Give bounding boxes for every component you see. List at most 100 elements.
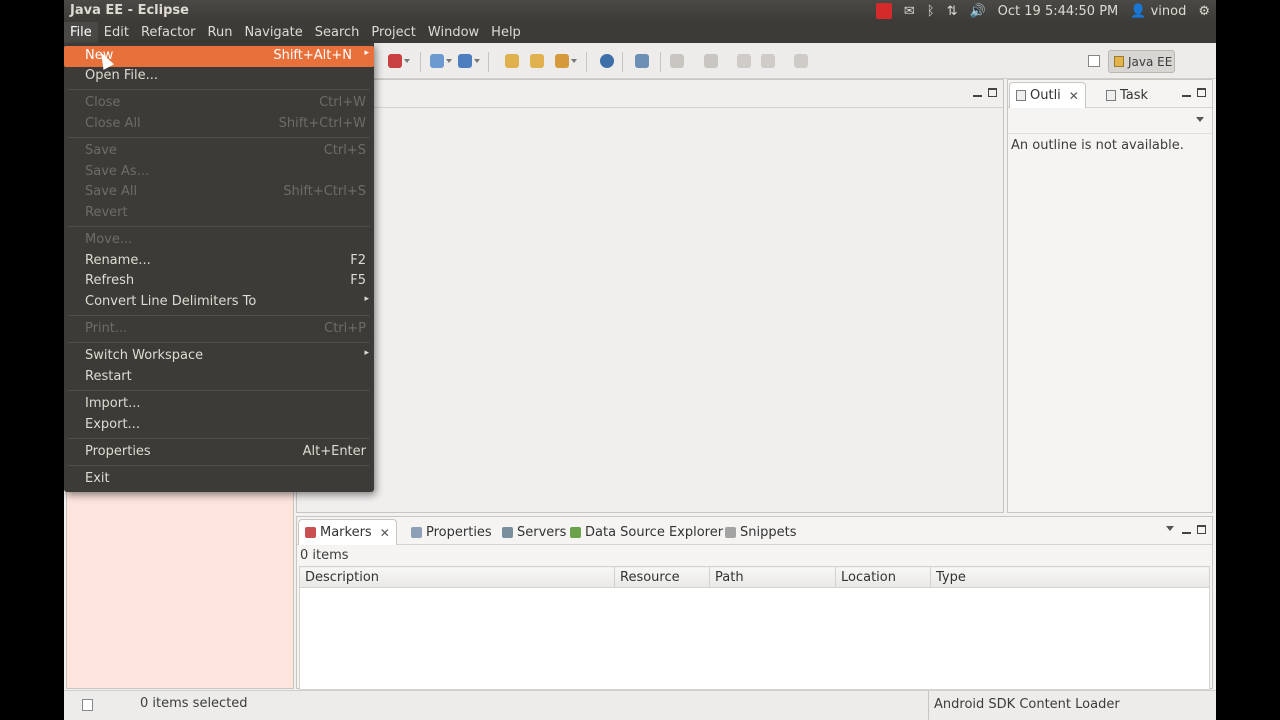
editor-area[interactable] (296, 79, 1004, 513)
eclipse-screen: Java EE - Eclipse ✉ ᛒ ⇅ 🔊 Oct 19 5:44:50… (64, 0, 1216, 720)
top-panel: Java EE - Eclipse ✉ ᛒ ⇅ 🔊 Oct 19 5:44:50… (64, 0, 1216, 22)
mail-icon[interactable]: ✉ (904, 4, 915, 19)
menu-item-save-all: Save All Shift+Ctrl+S (64, 182, 374, 203)
status-selection: 0 items selected (140, 696, 248, 711)
column-type[interactable]: Type (930, 566, 1210, 588)
bottom-window-controls (1182, 525, 1206, 534)
minimize-icon[interactable] (1182, 88, 1191, 97)
toolbar-separator (622, 52, 623, 72)
servers-icon (502, 526, 513, 538)
column-resource[interactable]: Resource (614, 566, 710, 588)
open-folder-icon[interactable] (530, 54, 544, 68)
menu-item-restart[interactable]: Restart (64, 367, 374, 388)
menu-item-open-file[interactable]: Open File... (64, 66, 374, 87)
globe-icon[interactable] (600, 54, 614, 68)
tab-outline[interactable]: Outli ✕ (1009, 82, 1086, 108)
menu-project[interactable]: Project (365, 22, 421, 43)
submenu-arrow-icon: ▸ (364, 294, 369, 304)
maximize-icon[interactable] (1197, 88, 1206, 97)
menu-item-accelerator: F5 (350, 273, 366, 288)
new-server-icon[interactable] (430, 54, 444, 68)
tab-markers[interactable]: Markers ✕ (298, 519, 397, 545)
menu-refactor[interactable]: Refactor (135, 22, 202, 43)
prev-annotation-icon[interactable] (704, 54, 718, 68)
power-gear-icon[interactable]: ⚙ (1198, 4, 1210, 19)
tab-snippets-label: Snippets (740, 524, 797, 540)
network-icon[interactable]: ⇅ (947, 4, 958, 19)
debug-icon[interactable] (388, 54, 402, 68)
column-path[interactable]: Path (709, 566, 836, 588)
menu-separator (68, 438, 370, 439)
column-description[interactable]: Description (299, 566, 615, 588)
perspective-java-ee-button[interactable]: Java EE (1108, 50, 1175, 73)
menu-item-accelerator: Ctrl+S (323, 143, 366, 158)
menu-item-export[interactable]: Export... (64, 415, 374, 436)
menu-run[interactable]: Run (202, 22, 239, 43)
back-arrow-icon[interactable] (761, 54, 775, 68)
menu-item-exit[interactable]: Exit (64, 469, 374, 490)
tab-outline-label: Outli (1030, 88, 1061, 103)
close-icon[interactable]: ✕ (380, 526, 390, 540)
menu-help[interactable]: Help (485, 22, 527, 43)
status-progress-label[interactable]: Android SDK Content Loader (928, 691, 1120, 720)
menu-item-convert-line-delimiters[interactable]: Convert Line Delimiters To ▸ (64, 292, 374, 313)
tab-task[interactable]: Task (1106, 82, 1148, 108)
open-perspective-icon[interactable] (1088, 55, 1100, 67)
record-indicator-icon[interactable] (875, 3, 892, 19)
tab-data-source-explorer[interactable]: Data Source Explorer (570, 519, 723, 545)
menu-search[interactable]: Search (309, 22, 366, 43)
markers-table-body[interactable] (299, 588, 1210, 690)
menu-item-accelerator: Ctrl+P (324, 321, 366, 336)
maximize-icon[interactable] (988, 88, 997, 97)
chevron-down-icon[interactable] (404, 59, 410, 63)
menu-item-label: Save As... (85, 164, 150, 179)
open-type-icon[interactable] (505, 54, 519, 68)
menu-item-properties[interactable]: Properties Alt+Enter (64, 442, 374, 463)
menu-item-switch-workspace[interactable]: Switch Workspace ▸ (64, 346, 374, 367)
menu-window[interactable]: Window (422, 22, 485, 43)
next-annotation-icon[interactable] (670, 54, 684, 68)
minimize-icon[interactable] (1182, 525, 1191, 534)
system-tray: ✉ ᛒ ⇅ 🔊 Oct 19 5:44:50 PM 👤 vinod ⚙ (875, 0, 1210, 22)
new-web-icon[interactable] (458, 54, 472, 68)
menu-file[interactable]: File (64, 22, 98, 43)
chevron-down-icon[interactable] (446, 59, 452, 63)
search-task-icon[interactable] (555, 54, 569, 68)
menu-item-import[interactable]: Import... (64, 394, 374, 415)
view-menu-icon[interactable] (1166, 526, 1174, 531)
menu-item-refresh[interactable]: Refresh F5 (64, 271, 374, 292)
menu-separator (68, 342, 370, 343)
outline-toolbar (1008, 108, 1212, 134)
forward-arrow-icon[interactable] (794, 54, 808, 68)
close-icon[interactable]: ✕ (1069, 89, 1079, 103)
menu-item-close: Close Ctrl+W (64, 93, 374, 114)
menu-navigate[interactable]: Navigate (238, 22, 308, 43)
clock[interactable]: Oct 19 5:44:50 PM (998, 4, 1119, 19)
volume-icon[interactable]: 🔊 (969, 4, 985, 19)
view-menu-icon[interactable] (1196, 117, 1204, 122)
menu-item-label: Refresh (85, 273, 135, 288)
tab-snippets[interactable]: Snippets (725, 519, 796, 545)
menu-item-label: Save (85, 143, 117, 158)
editor-header (297, 80, 1003, 108)
tab-task-label: Task (1120, 87, 1149, 103)
menu-edit[interactable]: Edit (98, 22, 135, 43)
menu-item-label: Rename... (85, 253, 151, 268)
chevron-down-icon[interactable] (474, 59, 480, 63)
menu-item-label: Revert (85, 205, 128, 220)
column-location[interactable]: Location (835, 566, 931, 588)
android-sdk-icon[interactable] (635, 54, 649, 68)
bottom-tabs-header: Markers ✕ Properties Servers Data Source… (297, 517, 1212, 545)
minimize-icon[interactable] (973, 88, 982, 97)
maximize-icon[interactable] (1197, 525, 1206, 534)
chevron-down-icon[interactable] (571, 59, 577, 63)
user-menu[interactable]: 👤 vinod (1130, 4, 1186, 19)
tab-properties[interactable]: Properties (411, 519, 492, 545)
menu-item-rename[interactable]: Rename... F2 (64, 251, 374, 272)
tab-markers-label: Markers (320, 525, 372, 540)
menu-item-move: Move... (64, 230, 374, 251)
bluetooth-icon[interactable]: ᛒ (927, 4, 935, 19)
last-edit-icon[interactable] (737, 54, 751, 68)
tab-servers[interactable]: Servers (502, 519, 566, 545)
fast-view-icon[interactable] (82, 699, 93, 711)
